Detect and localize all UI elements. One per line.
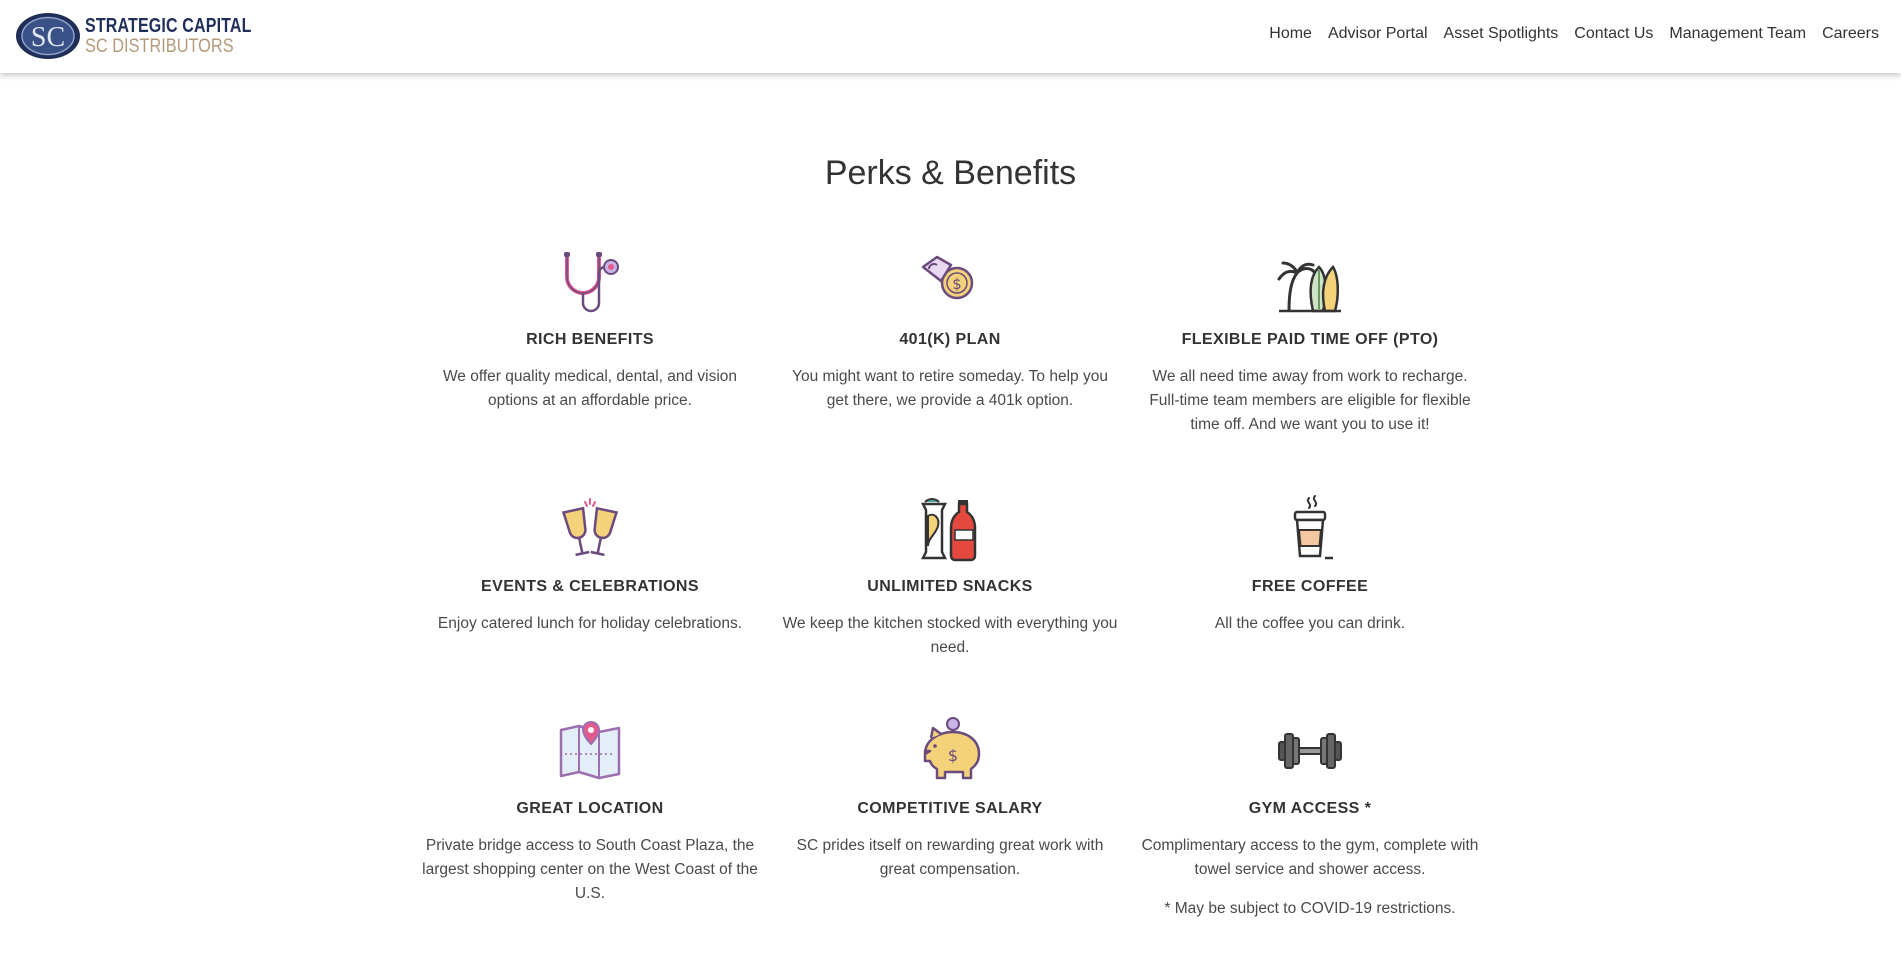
perk-401k-plan: $ 401(K) PLAN You might want to retire s… (770, 247, 1130, 494)
nav-contact-us[interactable]: Contact Us (1574, 25, 1653, 43)
perk-description: All the coffee you can drink. (1214, 615, 1406, 632)
perk-title: EVENTS & CELEBRATIONS (481, 578, 699, 595)
perk-title: GYM ACCESS * (1248, 800, 1372, 817)
perk-description: You might want to retire someday. To hel… (792, 368, 1108, 409)
perk-description: We keep the kitchen stocked with everyth… (782, 615, 1118, 656)
perk-footnote: * May be subject to COVID-19 restriction… (1164, 900, 1456, 917)
coffee-cup-icon (1293, 495, 1333, 560)
svg-text:$: $ (952, 275, 962, 293)
stethoscope-icon (564, 252, 619, 313)
logo-company-name: STRATEGIC CAPITAL (85, 15, 252, 37)
perk-unlimited-snacks: UNLIMITED SNACKS We keep the kitchen sto… (770, 494, 1130, 716)
sc-monogram-icon: SC (16, 13, 80, 59)
perk-flexible-pto: FLEXIBLE PAID TIME OFF (PTO) We all need… (1130, 247, 1490, 494)
champagne-toast-icon (561, 498, 619, 557)
perk-title: FLEXIBLE PAID TIME OFF (PTO) (1181, 331, 1439, 348)
perk-description: We offer quality medical, dental, and vi… (442, 368, 738, 409)
perk-title: FREE COFFEE (1251, 578, 1369, 595)
logo-monogram: SC (31, 22, 65, 53)
nav-home[interactable]: Home (1269, 25, 1312, 43)
piggy-bank-icon: $ (923, 717, 981, 780)
perk-title: UNLIMITED SNACKS (867, 578, 1033, 595)
palm-surfboard-icon (1277, 261, 1341, 313)
snacks-soda-icon (920, 498, 977, 562)
company-logo[interactable]: SC STRATEGIC CAPITAL SC DISTRIBUTORS (15, 10, 293, 62)
map-pin-icon (559, 720, 621, 780)
perk-title: 401(K) PLAN (899, 331, 1001, 348)
perk-events-celebrations: EVENTS & CELEBRATIONS Enjoy catered lunc… (410, 494, 770, 716)
dumbbell-icon (1278, 733, 1342, 769)
perk-competitive-salary: $ COMPETITIVE SALARY SC prides itself on… (770, 716, 1130, 956)
perk-description: Enjoy catered lunch for holiday celebrat… (437, 615, 743, 632)
perk-free-coffee: FREE COFFEE All the coffee you can drink… (1130, 494, 1490, 716)
main-nav: Home Advisor Portal Asset Spotlights Con… (1269, 25, 1879, 43)
nav-careers[interactable]: Careers (1822, 25, 1879, 43)
logo-division-name: SC DISTRIBUTORS (85, 36, 234, 57)
perk-title: RICH BENEFITS (526, 331, 654, 348)
perk-gym-access: GYM ACCESS * Complimentary access to the… (1130, 716, 1490, 956)
nav-management-team[interactable]: Management Team (1669, 25, 1806, 43)
perk-rich-benefits: RICH BENEFITS We offer quality medical, … (410, 247, 770, 494)
page-title: Perks & Benefits (824, 154, 1077, 192)
site-header: SC STRATEGIC CAPITAL SC DISTRIBUTORS Hom… (0, 0, 1901, 73)
perk-description: Private bridge access to South Coast Pla… (422, 837, 758, 902)
perk-title: COMPETITIVE SALARY (857, 800, 1043, 817)
perk-description: SC prides itself on rewarding great work… (796, 837, 1104, 878)
nav-advisor-portal[interactable]: Advisor Portal (1328, 25, 1428, 43)
perk-description: Complimentary access to the gym, complet… (1141, 837, 1479, 878)
perk-description: We all need time away from work to recha… (1149, 368, 1471, 433)
coin-hand-icon: $ (921, 255, 974, 300)
perks-grid: RICH BENEFITS We offer quality medical, … (410, 247, 1490, 956)
svg-text:$: $ (948, 746, 958, 765)
perk-title: GREAT LOCATION (516, 800, 664, 817)
nav-asset-spotlights[interactable]: Asset Spotlights (1444, 25, 1559, 43)
perk-great-location: GREAT LOCATION Private bridge access to … (410, 716, 770, 956)
